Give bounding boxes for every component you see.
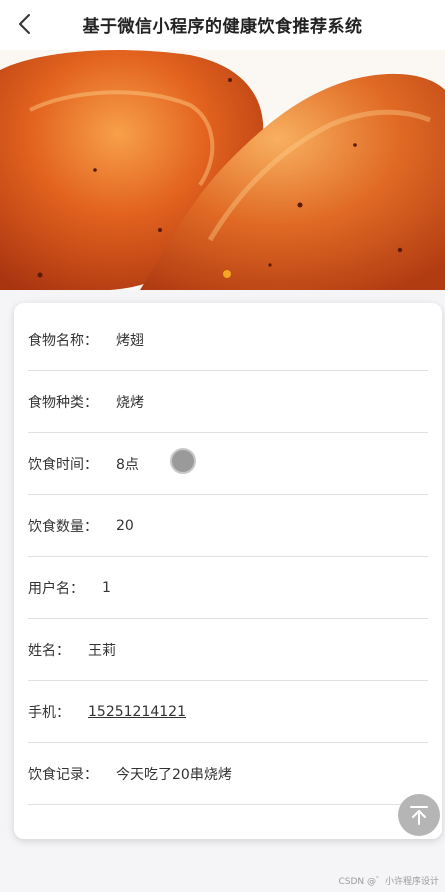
field-phone: 手机： 15251214121 — [28, 681, 428, 743]
arrow-up-to-top-icon — [410, 806, 428, 825]
field-value: 烧烤 — [116, 394, 144, 411]
back-button[interactable] — [10, 9, 40, 39]
page-title: 基于微信小程序的健康饮食推荐系统 — [82, 17, 363, 37]
field-food-category: 食物种类： 烧烤 — [28, 371, 428, 433]
watermark-text: CSDN @゛小许程序设计 — [338, 877, 439, 887]
field-username: 用户名： 1 — [28, 557, 428, 619]
field-label: 食物名称： — [28, 332, 98, 349]
chevron-left-icon — [19, 14, 30, 34]
field-label: 饮食记录： — [28, 766, 98, 783]
field-value: 1 — [102, 579, 111, 596]
field-value: 8点 — [116, 456, 139, 473]
field-label: 手机： — [28, 704, 70, 721]
field-full-name: 姓名： 王莉 — [28, 619, 428, 681]
carousel-indicator-dot[interactable] — [223, 270, 231, 278]
field-value: 烤翅 — [116, 332, 144, 349]
field-meal-record: 饮食记录： 今天吃了20串烧烤 — [28, 743, 428, 805]
field-label: 用户名： — [28, 580, 84, 597]
phone-link[interactable]: 15251214121 — [88, 704, 186, 720]
field-label: 饮食时间： — [28, 456, 98, 473]
field-label: 姓名： — [28, 642, 70, 659]
field-meal-quantity: 饮食数量： 20 — [28, 495, 428, 557]
field-value: 王莉 — [88, 642, 116, 659]
food-image-carousel[interactable] — [0, 50, 445, 290]
field-meal-time: 饮食时间： 8点 — [28, 433, 428, 495]
touch-indicator — [170, 448, 196, 474]
field-label: 饮食数量： — [28, 518, 98, 535]
field-value: 今天吃了20串烧烤 — [116, 766, 232, 783]
field-label: 食物种类： — [28, 394, 98, 411]
roasted-chicken-wings-image — [0, 50, 445, 290]
food-detail-card: 食物名称： 烤翅 食物种类： 烧烤 饮食时间： 8点 饮食数量： 20 用户名：… — [14, 303, 442, 839]
field-value: 20 — [116, 517, 134, 534]
top-nav-bar: 基于微信小程序的健康饮食推荐系统 — [0, 0, 445, 50]
back-to-top-button[interactable] — [398, 794, 440, 836]
field-food-name: 食物名称： 烤翅 — [28, 309, 428, 371]
